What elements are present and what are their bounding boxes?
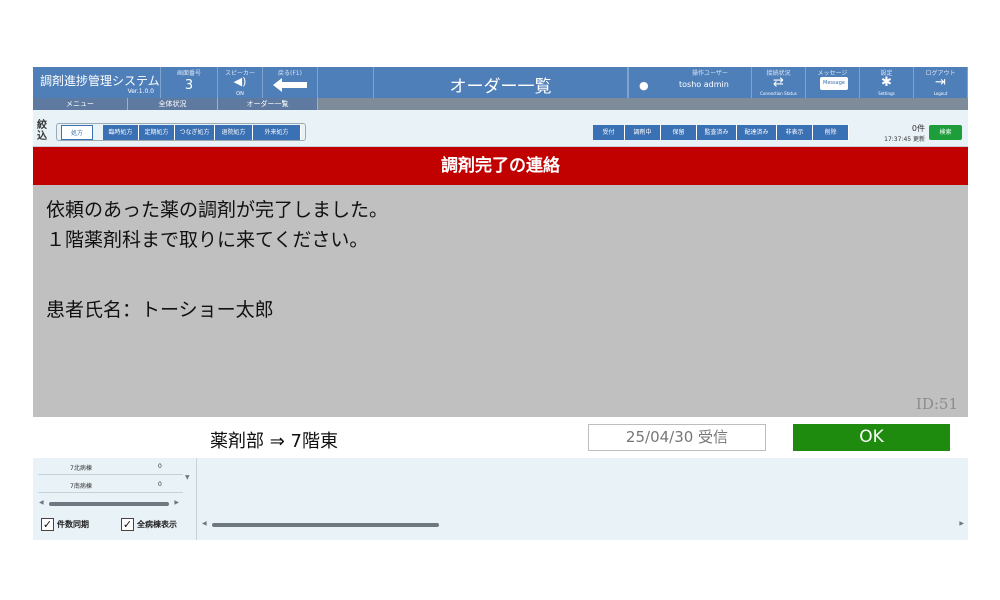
speaker-button[interactable]: スピーカー ◀) ON — [218, 67, 263, 98]
rx-type-regular[interactable]: 定期処方 — [139, 125, 175, 140]
page-title: オーダー一覧 — [449, 77, 552, 97]
filter-label: 絞込 — [37, 120, 47, 142]
rx-type-discharge[interactable]: 退院処方 — [215, 125, 253, 140]
speaker-state: ON — [236, 91, 244, 97]
scroll-down-arrow-icon[interactable]: ▼ — [185, 474, 190, 481]
screen-number-cell: 画面番号 3 — [161, 67, 218, 98]
ward-row[interactable]: 7南病棟 0 — [38, 476, 183, 493]
operator-label: 操作ユーザー — [692, 70, 728, 77]
ward-row[interactable]: 7北病棟 0 — [38, 458, 183, 475]
scroll-right-arrow-icon[interactable]: ▶ — [959, 520, 964, 527]
rx-type-temporary[interactable]: 臨時処方 — [103, 125, 139, 140]
order-grid: ◀ ▶ — [196, 458, 968, 540]
update-time: 17:37:45 更新 — [884, 136, 925, 143]
status-hold[interactable]: 保留 — [661, 125, 697, 140]
status-received[interactable]: 受付 — [593, 125, 625, 140]
sync-count-label: 件数同期 — [57, 520, 89, 529]
ward-name: 7北病棟 — [70, 465, 92, 472]
speaker-icon: ◀) — [233, 75, 247, 88]
logout-sub: Logout — [933, 91, 948, 96]
logout-icon: ⇥ — [935, 75, 946, 90]
message-line-1: 依頼のあった薬の調剤が完了しました。 — [46, 199, 389, 221]
route-text: 薬剤部 ⇒ 7階東 — [210, 431, 338, 452]
back-arrow-icon — [273, 78, 307, 92]
patient-name: 患者氏名：トーショー太郎 — [46, 299, 274, 321]
scroll-left-arrow-icon[interactable]: ◀ — [202, 520, 207, 527]
message-line-2: １階薬剤科まで取りに来てください。 — [46, 229, 369, 251]
scroll-right-arrow-icon[interactable]: ▶ — [174, 499, 179, 506]
ward-name: 7南病棟 — [70, 483, 92, 490]
message-label: メッセージ — [817, 70, 848, 77]
rx-type-bridge[interactable]: つなぎ処方 — [175, 125, 215, 140]
message-id: ID:51 — [915, 395, 958, 413]
settings-sub: Settings — [878, 91, 895, 96]
count-display: 0件 17:37:45 更新 — [873, 123, 925, 143]
user-icon: ● — [639, 79, 649, 92]
screen-number: 3 — [184, 78, 194, 93]
breadcrumb-overview[interactable]: 全体状況 — [128, 98, 218, 110]
dialog-body: 依頼のあった薬の調剤が完了しました。 １階薬剤科まで取りに来てください。 患者氏… — [33, 185, 968, 417]
dialog-footer: 薬剤部 ⇒ 7階東 25/04/30 受信 OK — [33, 417, 968, 458]
breadcrumb-orders[interactable]: オーダー一覧 — [218, 98, 318, 110]
breadcrumb: メニュー 全体状況 オーダー一覧 — [33, 98, 968, 110]
scrollbar-thumb[interactable] — [49, 502, 169, 506]
show-all-wards-label: 全病棟表示 — [137, 520, 177, 529]
status-deleted[interactable]: 削除 — [813, 125, 849, 140]
status-delivered[interactable]: 配達済み — [737, 125, 777, 140]
connection-sub: Connection Status — [760, 91, 797, 96]
ward-panel: 7北病棟 0 7南病棟 0 ▼ ◀ ▶ ✓ 件数同期 ✓ 全病棟表示 — [33, 458, 196, 540]
message-icon: Message — [820, 77, 848, 90]
settings-button[interactable]: 設定 ✱ Settings — [860, 67, 914, 98]
sync-count-checkbox[interactable]: ✓ 件数同期 — [41, 518, 89, 531]
show-all-wards-checkbox[interactable]: ✓ 全病棟表示 — [121, 518, 177, 531]
version-label: Ver.1.0.0 — [127, 88, 154, 95]
back-button[interactable]: 戻る(F1) — [263, 67, 318, 98]
message-button[interactable]: メッセージ Message — [806, 67, 860, 98]
screen-number-label: 画面番号 — [176, 70, 201, 77]
connection-icon: ⇄ — [773, 75, 784, 90]
rx-type-outpatient[interactable]: 外来処方 — [253, 125, 301, 140]
ward-panel-scrollbar[interactable]: ◀ ▶ — [39, 499, 179, 507]
grid-scrollbar[interactable]: ◀ ▶ — [202, 520, 964, 529]
back-label: 戻る(F1) — [278, 70, 302, 77]
system-name: 調剤進捗管理システム — [40, 74, 160, 88]
operator-name: tosho admin — [679, 80, 729, 89]
status-hidden[interactable]: 非表示 — [777, 125, 813, 140]
rx-type-prescription[interactable]: 処方 — [61, 125, 93, 140]
page-title-cell: オーダー一覧 — [373, 67, 628, 98]
header-bar: 調剤進捗管理システム Ver.1.0.0 画面番号 3 スピーカー ◀) ON … — [33, 67, 968, 98]
order-count: 0件 — [911, 124, 925, 133]
status-audited[interactable]: 監査済み — [697, 125, 737, 140]
received-timestamp: 25/04/30 受信 — [588, 424, 766, 451]
gear-icon: ✱ — [881, 75, 892, 90]
logout-button[interactable]: ログアウト ⇥ Logout — [914, 67, 968, 98]
connection-status-button[interactable]: 接続状況 ⇄ Connection Status — [752, 67, 806, 98]
search-button[interactable]: 検索 — [929, 125, 962, 140]
ward-count: 0 — [158, 481, 162, 488]
operator-cell: 操作ユーザー ● tosho admin — [628, 67, 752, 98]
system-name-cell: 調剤進捗管理システム Ver.1.0.0 — [33, 67, 161, 98]
breadcrumb-menu[interactable]: メニュー — [33, 98, 128, 110]
completion-notice-dialog: 調剤完了の連絡 依頼のあった薬の調剤が完了しました。 １階薬剤科まで取りに来てく… — [33, 147, 968, 458]
filter-bar: 絞込 処方 臨時処方 定期処方 つなぎ処方 退院処方 外来処方 受付 調剤中 保… — [33, 110, 968, 147]
ward-count: 0 — [158, 463, 162, 470]
dialog-title: 調剤完了の連絡 — [33, 147, 968, 185]
scrollbar-thumb[interactable] — [212, 523, 439, 527]
status-dispensing[interactable]: 調剤中 — [625, 125, 661, 140]
app-window: 調剤進捗管理システム Ver.1.0.0 画面番号 3 スピーカー ◀) ON … — [33, 67, 968, 540]
ok-button[interactable]: OK — [793, 424, 950, 451]
checkbox-checked-icon: ✓ — [121, 518, 134, 531]
scroll-left-arrow-icon[interactable]: ◀ — [39, 499, 44, 506]
checkbox-checked-icon: ✓ — [41, 518, 54, 531]
